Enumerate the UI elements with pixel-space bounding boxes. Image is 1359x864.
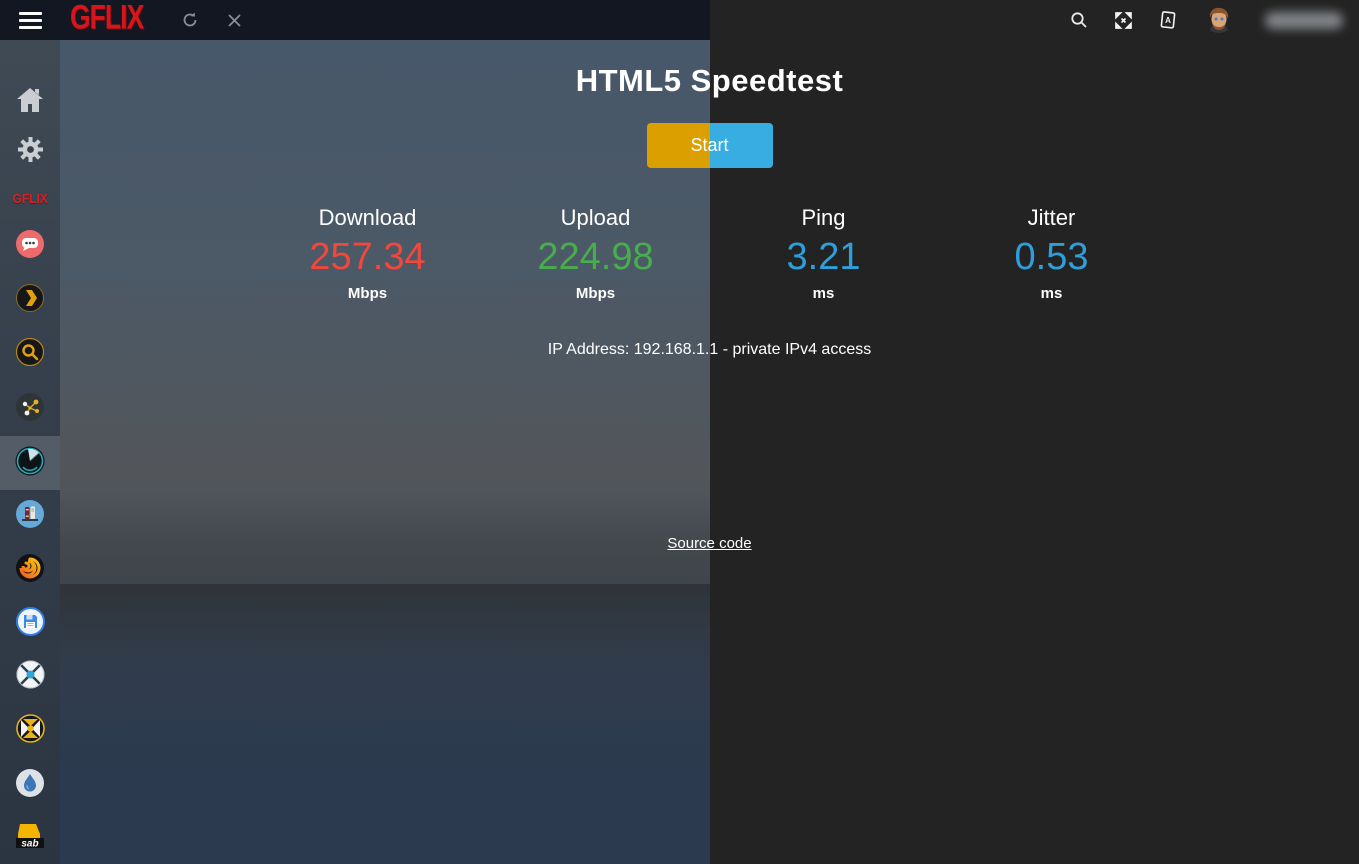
sidebar-item-sabnzbd[interactable]: sab — [0, 812, 60, 864]
page-title: HTML5 Speedtest — [576, 63, 844, 99]
sidebar: GFLIX — [0, 40, 60, 864]
metric-value: 3.21 — [710, 236, 938, 278]
magnifier-app-icon — [16, 338, 44, 371]
metric-unit: ms — [938, 285, 1166, 302]
metric-label: Upload — [482, 205, 710, 231]
sidebar-item-books[interactable] — [0, 489, 60, 543]
avatar[interactable] — [1205, 6, 1233, 34]
refresh-icon[interactable] — [181, 11, 199, 29]
gflix-text-icon: GFLIX — [12, 191, 47, 206]
metric-unit: ms — [710, 285, 938, 302]
ip-address-text: IP Address: 192.168.1.1 - private IPv4 a… — [548, 341, 871, 359]
metric-value: 0.53 — [938, 236, 1166, 278]
metrics-row: Download 257.34 Mbps Upload 224.98 Mbps … — [254, 205, 1166, 302]
sidebar-item-gflix[interactable]: GFLIX — [0, 171, 60, 225]
sidebar-item-plex[interactable] — [0, 273, 60, 327]
books-icon — [16, 500, 44, 533]
hamburger-menu-icon[interactable] — [0, 12, 60, 29]
sabnzbd-icon: sab — [13, 822, 47, 857]
chat-bubble-icon — [16, 230, 44, 263]
fullscreen-icon[interactable] — [1114, 11, 1133, 30]
network-nodes-icon — [16, 393, 44, 426]
sonarr-icon — [16, 660, 45, 694]
plex-icon — [16, 284, 44, 317]
metric-label: Download — [254, 205, 482, 231]
topbar-actions: A — [710, 0, 1359, 40]
metric-column: Upload 224.98 Mbps — [482, 205, 710, 302]
sidebar-item-deluge[interactable] — [0, 758, 60, 812]
app-window: GFLIX A — [0, 0, 1359, 864]
gear-icon — [17, 136, 44, 168]
start-button[interactable]: Start — [647, 123, 773, 168]
sidebar-item-sonarr[interactable] — [0, 650, 60, 704]
home-icon — [16, 87, 44, 118]
metric-label: Jitter — [938, 205, 1166, 231]
speedtest-panel: HTML5 Speedtest Start Download 257.34 Mb… — [60, 40, 1359, 864]
water-drop-icon — [16, 769, 44, 802]
sidebar-item-home[interactable] — [0, 75, 60, 129]
svg-text:A: A — [1165, 16, 1171, 25]
sidebar-item-prowlarr[interactable] — [0, 327, 60, 381]
floppy-disk-icon — [16, 607, 45, 641]
speedtest-gauge-icon — [15, 446, 45, 481]
sidebar-item-speedtest[interactable] — [0, 436, 60, 490]
sidebar-item-network-nodes[interactable] — [0, 382, 60, 436]
metric-unit: Mbps — [482, 285, 710, 302]
grafana-icon — [16, 554, 44, 587]
sidebar-item-grafana[interactable] — [0, 543, 60, 597]
sidebar-item-floppy-backup[interactable] — [0, 597, 60, 651]
metric-column: Download 257.34 Mbps — [254, 205, 482, 302]
sidebar-item-chat[interactable] — [0, 219, 60, 273]
topbar: GFLIX — [0, 0, 710, 40]
username-blurred[interactable] — [1265, 12, 1343, 29]
metric-column: Ping 3.21 ms — [710, 205, 938, 302]
svg-text:sab: sab — [21, 838, 38, 849]
search-icon[interactable] — [1070, 11, 1088, 29]
metric-value: 257.34 — [254, 236, 482, 278]
gflix-logo[interactable]: GFLIX — [70, 0, 143, 38]
metric-label: Ping — [710, 205, 938, 231]
metric-value: 224.98 — [482, 236, 710, 278]
media-card-icon[interactable]: A — [1159, 10, 1179, 30]
sidebar-item-radarr[interactable] — [0, 704, 60, 758]
metric-column: Jitter 0.53 ms — [938, 205, 1166, 302]
metric-unit: Mbps — [254, 285, 482, 302]
radarr-icon — [16, 714, 45, 748]
source-code-link[interactable]: Source code — [667, 535, 751, 552]
close-icon[interactable] — [227, 13, 242, 28]
